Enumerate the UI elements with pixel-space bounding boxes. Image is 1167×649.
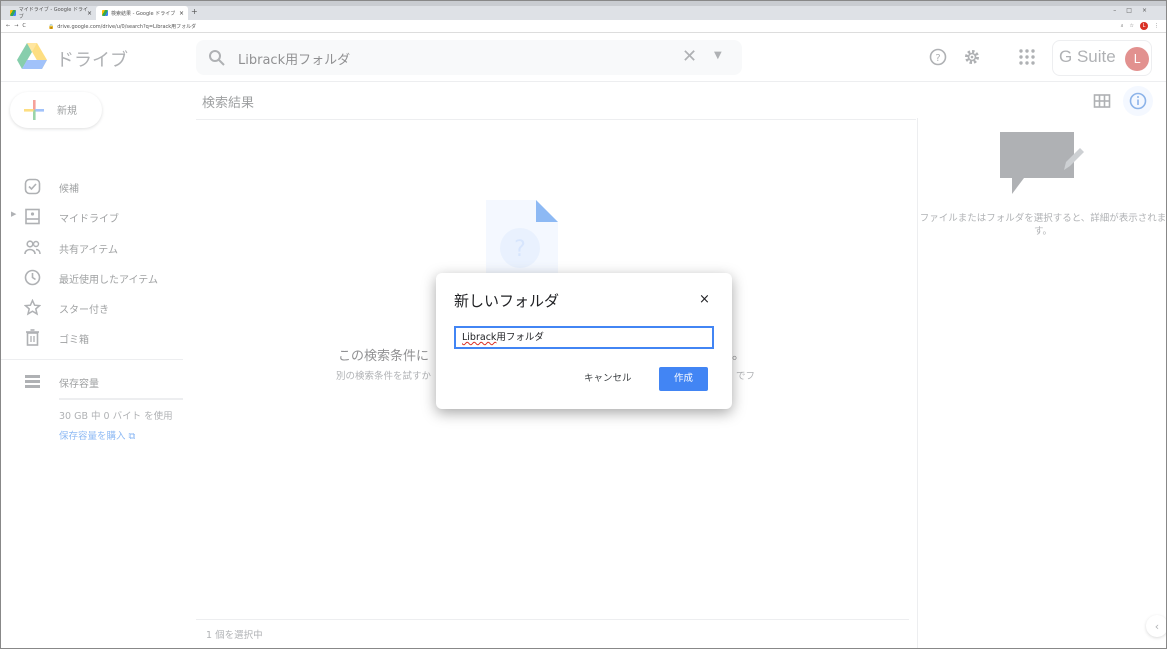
lock-icon: 🔒 <box>48 24 55 30</box>
window-controls[interactable]: –□× <box>1113 7 1157 14</box>
zoom-icon[interactable]: ⌕ <box>1121 23 1124 29</box>
cancel-button[interactable]: キャンセル <box>576 367 640 391</box>
tab-label: マイドライブ - Google ドライブ <box>18 7 88 20</box>
url-text: drive.google.com/drive/u/0/search?q=Libr… <box>57 24 197 30</box>
folder-name-rest: 用フォルダ <box>496 332 544 343</box>
nav-buttons[interactable]: ←→C <box>6 23 30 29</box>
browser-tab-my-drive[interactable]: マイドライブ - Google ドライブ × <box>4 6 96 20</box>
browser-tab-bar: マイドライブ - Google ドライブ × 検索結果 - Google ドライ… <box>0 0 1167 20</box>
url-field[interactable]: 🔒 drive.google.com/drive/u/0/search?q=Lib… <box>48 23 196 30</box>
close-icon[interactable]: × <box>699 292 710 307</box>
new-folder-dialog: 新しいフォルダ × Librack用フォルダ キャンセル 作成 <box>436 273 732 409</box>
browser-menu-icon[interactable]: ⋮ <box>1154 23 1159 29</box>
create-button[interactable]: 作成 <box>659 367 708 391</box>
browser-profile-icon[interactable]: L <box>1140 22 1148 30</box>
new-tab-button[interactable]: + <box>191 7 198 16</box>
address-bar: ←→C 🔒 drive.google.com/drive/u/0/search?q… <box>0 20 1167 33</box>
address-bar-actions: ⌕ ☆ L ⋮ <box>1121 22 1159 30</box>
drive-favicon-icon <box>10 10 16 16</box>
drive-favicon-icon <box>102 10 108 16</box>
folder-name-input[interactable]: Librack用フォルダ <box>454 326 714 349</box>
tab-label: 検索結果 - Google ドライブ <box>111 10 176 17</box>
tab-close-icon[interactable]: × <box>179 10 184 17</box>
browser-tab-search-results[interactable]: 検索結果 - Google ドライブ × <box>96 6 188 20</box>
dialog-title: 新しいフォルダ <box>454 292 560 310</box>
bookmark-star-icon[interactable]: ☆ <box>1130 23 1134 29</box>
folder-name-word: Librack <box>462 332 497 343</box>
tab-close-icon[interactable]: × <box>87 10 92 17</box>
